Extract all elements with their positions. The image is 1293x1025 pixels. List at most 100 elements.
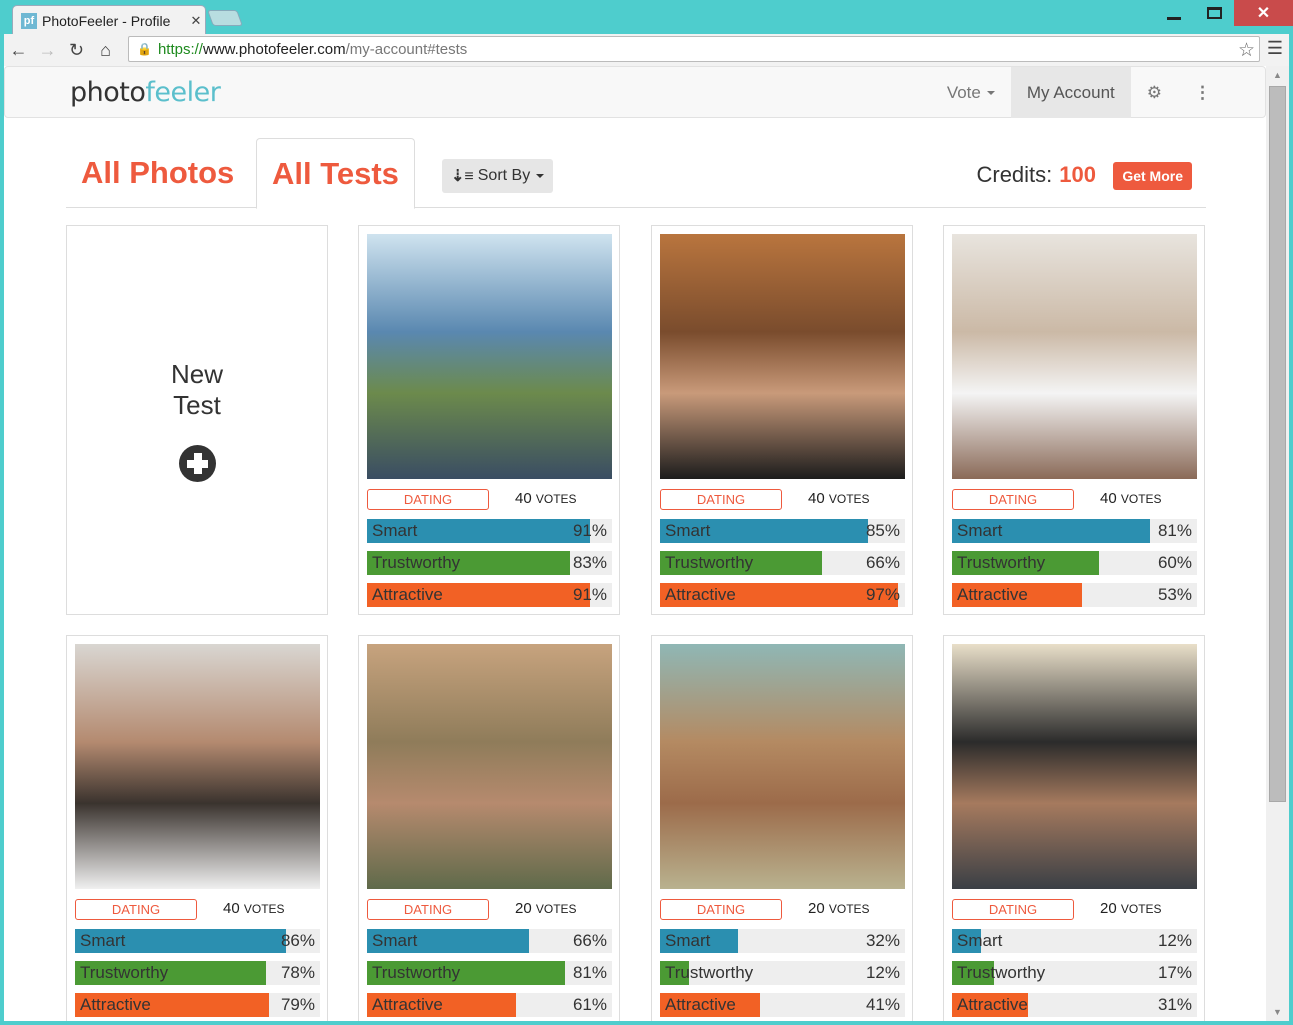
vote-count: 20 VOTES bbox=[1100, 899, 1162, 919]
score-bar-attractive: Attractive 61% bbox=[367, 993, 612, 1017]
score-bar-attractive: Attractive 79% bbox=[75, 993, 320, 1017]
credits-value: 100 bbox=[1059, 162, 1096, 187]
site-navbar: photofeeler Vote My Account ⚙ ⋮ bbox=[4, 66, 1266, 118]
close-window-button[interactable]: ✕ bbox=[1234, 0, 1293, 26]
test-card[interactable]: DATING 20 VOTES Smart 66% Trustworthy 81% Attr… bbox=[358, 635, 620, 1021]
votes-label: VOTES bbox=[828, 902, 870, 916]
close-tab-icon[interactable]: ✕ bbox=[187, 13, 205, 29]
score-bar-trustworthy: Trustworthy 83% bbox=[367, 551, 612, 575]
score-percent: 61% bbox=[572, 995, 607, 1014]
score-percent: 83% bbox=[572, 553, 607, 572]
score-bar-smart: Smart 32% bbox=[660, 929, 905, 953]
new-test-card[interactable]: New Test bbox=[66, 225, 328, 615]
more-options-button[interactable]: ⋮ bbox=[1178, 67, 1227, 118]
score-percent: 91% bbox=[572, 521, 607, 540]
forward-button[interactable]: → bbox=[33, 36, 62, 64]
test-photo[interactable] bbox=[952, 644, 1197, 889]
category-badge: DATING bbox=[952, 489, 1074, 510]
vote-number: 20 bbox=[515, 900, 532, 917]
score-label: Trustworthy bbox=[957, 963, 1046, 982]
test-card[interactable]: DATING 40 VOTES Smart 91% Trustworthy 83% Attr… bbox=[358, 225, 620, 615]
back-button[interactable]: ← bbox=[4, 36, 33, 64]
score-bar-trustworthy: Trustworthy 66% bbox=[660, 551, 905, 575]
score-bar-trustworthy: Trustworthy 60% bbox=[952, 551, 1197, 575]
url-scheme: https:// bbox=[157, 40, 203, 58]
vote-count: 40 VOTES bbox=[515, 489, 577, 509]
category-badge: DATING bbox=[367, 899, 489, 920]
page-viewport: photofeeler Vote My Account ⚙ ⋮ All Phot… bbox=[4, 66, 1266, 1021]
test-photo[interactable] bbox=[367, 644, 612, 889]
test-photo[interactable] bbox=[660, 234, 905, 479]
score-bar-smart: Smart 85% bbox=[660, 519, 905, 543]
lock-icon: 🔒 bbox=[137, 42, 152, 56]
score-label: Smart bbox=[665, 931, 711, 950]
my-account-link[interactable]: My Account bbox=[1010, 67, 1131, 118]
tab-all-photos[interactable]: All Photos bbox=[66, 138, 249, 208]
test-card[interactable]: DATING 20 VOTES Smart 12% Trustworthy 17% Attr… bbox=[943, 635, 1205, 1021]
votes-label: VOTES bbox=[1120, 492, 1162, 506]
settings-button[interactable]: ⚙ bbox=[1131, 67, 1178, 118]
score-label: Attractive bbox=[372, 995, 443, 1014]
score-label: Trustworthy bbox=[665, 553, 754, 572]
site-logo[interactable]: photofeeler bbox=[70, 77, 221, 108]
test-photo[interactable] bbox=[367, 234, 612, 479]
get-more-button[interactable]: Get More bbox=[1113, 162, 1192, 190]
category-badge: DATING bbox=[367, 489, 489, 510]
vote-number: 40 bbox=[515, 490, 532, 507]
logo-text-photo: photo bbox=[70, 77, 146, 108]
reload-button[interactable]: ↻ bbox=[62, 36, 91, 64]
score-label: Trustworthy bbox=[80, 963, 169, 982]
bookmark-star-icon[interactable]: ☆ bbox=[1238, 39, 1255, 62]
test-card[interactable]: DATING 20 VOTES Smart 32% Trustworthy 12% Attr… bbox=[651, 635, 913, 1021]
vote-number: 40 bbox=[808, 490, 825, 507]
test-photo[interactable] bbox=[660, 644, 905, 889]
scrollbar-thumb[interactable] bbox=[1269, 86, 1286, 802]
test-photo[interactable] bbox=[75, 644, 320, 889]
test-card[interactable]: DATING 40 VOTES Smart 85% Trustworthy 66% Attr… bbox=[651, 225, 913, 615]
scroll-up-icon[interactable]: ▲ bbox=[1266, 66, 1289, 84]
address-bar[interactable]: 🔒 https://www.photofeeler.com/my-account… bbox=[128, 36, 1260, 62]
score-percent: 53% bbox=[1157, 585, 1192, 604]
test-card[interactable]: DATING 40 VOTES Smart 86% Trustworthy 78% Attr… bbox=[66, 635, 328, 1021]
maximize-button[interactable] bbox=[1194, 0, 1234, 26]
logo-text-feeler: feeler bbox=[145, 77, 221, 108]
scroll-down-icon[interactable]: ▼ bbox=[1266, 1003, 1289, 1021]
window-titlebar: pf PhotoFeeler - Profile ✕ ✕ bbox=[0, 0, 1293, 35]
score-label: Trustworthy bbox=[957, 553, 1046, 572]
my-account-label: My Account bbox=[1026, 82, 1115, 102]
home-button[interactable]: ⌂ bbox=[91, 36, 120, 64]
new-tab-button[interactable] bbox=[207, 10, 243, 26]
credits-display: Credits: 100 bbox=[976, 160, 1096, 190]
vertical-ellipsis-icon: ⋮ bbox=[1194, 82, 1211, 102]
url-path: /my-account#tests bbox=[345, 40, 468, 58]
tab-all-tests[interactable]: All Tests bbox=[256, 138, 415, 209]
score-bar-trustworthy: Trustworthy 17% bbox=[952, 961, 1197, 985]
score-bar-trustworthy: Trustworthy 78% bbox=[75, 961, 320, 985]
test-card[interactable]: DATING 40 VOTES Smart 81% Trustworthy 60% Attr… bbox=[943, 225, 1205, 615]
caret-down-icon bbox=[536, 174, 545, 178]
browser-menu-icon[interactable]: ☰ bbox=[1267, 38, 1283, 59]
score-label: Attractive bbox=[80, 995, 151, 1014]
score-bar-attractive: Attractive 41% bbox=[660, 993, 905, 1017]
votes-label: VOTES bbox=[243, 902, 285, 916]
plus-circle-icon[interactable] bbox=[178, 444, 216, 482]
browser-tab[interactable]: pf PhotoFeeler - Profile ✕ bbox=[12, 5, 206, 35]
score-label: Attractive bbox=[665, 585, 736, 604]
minimize-button[interactable] bbox=[1154, 0, 1194, 26]
score-label: Trustworthy bbox=[665, 963, 754, 982]
score-percent: 66% bbox=[865, 553, 900, 572]
sort-by-dropdown[interactable]: ⇣≡ Sort By bbox=[442, 159, 554, 193]
score-label: Smart bbox=[372, 521, 418, 540]
score-label: Attractive bbox=[372, 585, 443, 604]
score-percent: 81% bbox=[1157, 521, 1192, 540]
url-domain: www.photofeeler.com bbox=[202, 40, 346, 58]
vote-dropdown[interactable]: Vote bbox=[931, 67, 1011, 118]
vote-number: 20 bbox=[808, 900, 825, 917]
score-bar-trustworthy: Trustworthy 81% bbox=[367, 961, 612, 985]
score-label: Smart bbox=[372, 931, 418, 950]
page-scrollbar[interactable]: ▲ ▼ bbox=[1266, 66, 1289, 1021]
favicon-icon: pf bbox=[21, 12, 37, 29]
score-label: Smart bbox=[957, 931, 1003, 950]
test-photo[interactable] bbox=[952, 234, 1197, 479]
score-bar-smart: Smart 81% bbox=[952, 519, 1197, 543]
